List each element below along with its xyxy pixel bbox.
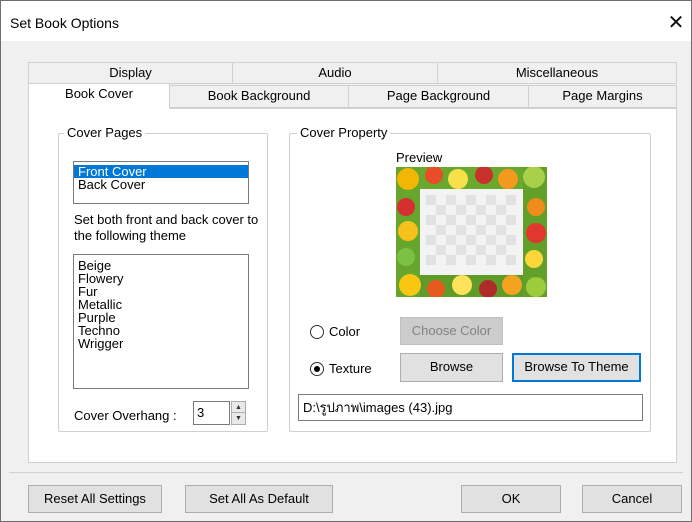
cover-property-group-label: Cover Property [297,125,391,141]
browse-button[interactable]: Browse [400,353,503,382]
cover-pages-group: Cover Pages Front Cover Back Cover Set b… [58,125,268,432]
tab-page-margins[interactable]: Page Margins [528,85,677,108]
spin-down-arrow-icon[interactable]: ▼ [232,413,245,424]
list-item-theme[interactable]: Wrigger [74,337,248,350]
tab-display[interactable]: Display [28,62,233,84]
tab-label: Book Cover [65,86,133,101]
cover-overhang-label: Cover Overhang : [74,408,177,423]
theme-list[interactable]: Beige Flowery Fur Metallic Purple Techno… [73,254,249,389]
tab-label: Page Margins [562,88,643,103]
color-radio-button[interactable] [310,324,324,339]
tab-page-background[interactable]: Page Background [348,85,529,108]
choose-color-button[interactable]: Choose Color [400,317,503,345]
close-icon[interactable]: ✕ [665,12,687,35]
list-item-back-cover[interactable]: Back Cover [74,178,248,191]
book-cover-tab-panel: Cover Pages Front Cover Back Cover Set b… [28,108,677,463]
color-radio-label: Color [329,324,361,339]
fruit-border-image [396,167,547,297]
tab-label: Audio [318,65,352,80]
tab-audio[interactable]: Audio [232,62,438,84]
texture-radio-button[interactable] [310,361,324,376]
cover-texture-preview [396,167,547,297]
tab-label: Miscellaneous [515,65,599,80]
spin-up-arrow-icon[interactable]: ▲ [232,402,245,413]
browse-to-theme-button[interactable]: Browse To Theme [512,353,641,382]
theme-instruction-text: Set both front and back cover to the fol… [74,212,259,243]
tab-label: Display [109,65,152,80]
tab-miscellaneous[interactable]: Miscellaneous [437,62,677,84]
window-title: Set Book Options [10,15,119,31]
texture-path-field[interactable]: D:\รูปภาพ\images (43).jpg [298,394,643,421]
tab-book-background[interactable]: Book Background [169,85,349,108]
tab-label: Page Background [386,88,491,103]
color-radio[interactable]: Color [310,324,360,339]
tab-book-cover[interactable]: Book Cover [28,83,170,109]
cover-pages-group-label: Cover Pages [64,125,146,141]
footer-divider [9,472,683,473]
texture-radio[interactable]: Texture [310,361,372,376]
cancel-button[interactable]: Cancel [582,485,682,513]
cover-overhang-spinner[interactable]: ▲ ▼ [231,401,246,425]
texture-radio-label: Texture [329,361,372,376]
set-book-options-dialog: Set Book Options ✕ Display Audio Miscell… [0,0,692,522]
ok-button[interactable]: OK [461,485,561,513]
set-all-as-default-button[interactable]: Set All As Default [185,485,333,513]
cover-overhang-input[interactable]: 3 [193,401,230,425]
radio-selected-dot [314,365,320,372]
cover-pages-list[interactable]: Front Cover Back Cover [73,161,249,204]
tab-label: Book Background [207,88,311,103]
list-item-theme[interactable]: Flowery [74,272,248,285]
title-bar: Set Book Options ✕ [1,1,691,41]
reset-all-settings-button[interactable]: Reset All Settings [28,485,162,513]
preview-label: Preview [396,150,443,165]
cover-property-group: Cover Property Preview Color Choose Colo… [289,125,651,432]
